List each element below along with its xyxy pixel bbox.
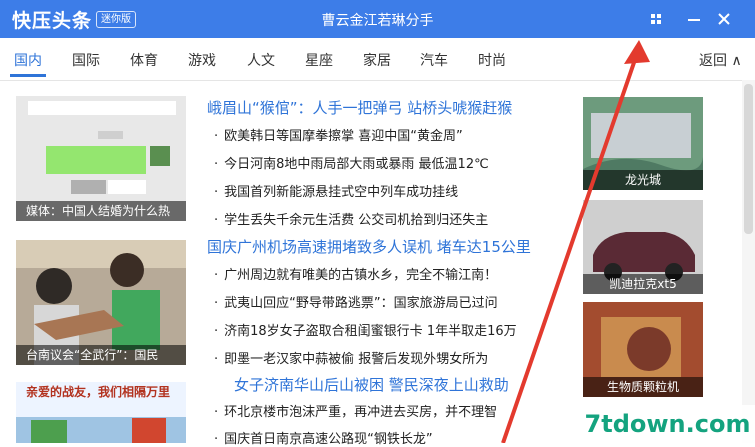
tab-games[interactable]: 游戏	[188, 50, 216, 70]
right-promo-card-1[interactable]: 龙光城	[583, 97, 703, 190]
vertical-scrollbar[interactable]	[742, 80, 755, 443]
headline-3[interactable]: 女子济南华山后山被困 警民深夜上山救助	[234, 374, 509, 395]
tab-astrology[interactable]: 星座	[305, 50, 333, 70]
close-icon	[718, 13, 730, 25]
grid-menu-button[interactable]	[644, 7, 668, 31]
back-button[interactable]: 返回 ∧	[699, 50, 742, 70]
left-card-caption: 台南议会“全武行”：国民	[16, 345, 186, 365]
right-card-caption: 凯迪拉克xt5	[583, 274, 703, 294]
title-bar: 快压头条 迷你版 曹云金江若琳分手	[0, 0, 755, 38]
left-card-caption: 媒体：中国人结婚为什么热	[16, 201, 186, 221]
right-card-caption: 生物质颗粒机	[583, 377, 703, 397]
news-item[interactable]: 济南18岁女子盗取合租闺蜜银行卡 1年半取走16万	[214, 320, 517, 339]
news-item[interactable]: 我国首列新能源悬挂式空中列车成功挂线	[214, 181, 458, 200]
window-title: 曹云金江若琳分手	[321, 13, 434, 29]
right-promo-card-2[interactable]: 凯迪拉克xt5	[583, 200, 703, 294]
right-promo-card-3[interactable]: 生物质颗粒机	[583, 302, 703, 397]
close-button[interactable]	[712, 7, 736, 31]
minimize-icon	[688, 19, 700, 21]
headline-2[interactable]: 国庆广州机场高速拥堵致多人误机 堵车达15公里	[207, 236, 531, 257]
news-item[interactable]: 学生丢失千余元生活费 公交司机拾到归还失主	[214, 209, 488, 228]
scrollbar-thumb[interactable]	[744, 84, 753, 234]
tab-auto[interactable]: 汽车	[420, 50, 448, 70]
news-item[interactable]: 武夷山回应“野导带路逃票”：国家旅游局已过问	[214, 292, 497, 311]
left-news-card-1[interactable]: 媒体：中国人结婚为什么热	[16, 96, 186, 221]
tab-sports[interactable]: 体育	[130, 50, 158, 70]
site-watermark: 7tdown.com	[580, 405, 755, 443]
tab-home[interactable]: 家居	[363, 50, 391, 70]
news-item[interactable]: 今日河南8地中雨局部大雨或暴雨 最低温12℃	[214, 153, 489, 172]
tab-fashion[interactable]: 时尚	[478, 50, 506, 70]
news-item[interactable]: 广州周边就有唯美的古镇水乡，完全不输江南！	[214, 264, 497, 283]
news-item[interactable]: 即墨一老汉家中蒜被偷 报警后发现外甥女所为	[214, 348, 488, 367]
category-tabs: 国内 国际 体育 游戏 人文 星座 家居 汽车 时尚 返回 ∧	[0, 38, 755, 81]
minimize-button[interactable]	[682, 7, 706, 31]
news-item[interactable]: 欧美韩日等国摩拳擦掌 喜迎中国“黄金周”	[214, 125, 463, 144]
right-card-caption: 龙光城	[583, 170, 703, 190]
grid-icon	[651, 14, 661, 24]
news-item[interactable]: 国庆首日南京高速公路现“钢铁长龙”	[214, 428, 432, 447]
tab-culture[interactable]: 人文	[247, 50, 275, 70]
left-news-card-3[interactable]: 亲爱的战友，我们相隔万里	[16, 382, 186, 443]
tab-domestic[interactable]: 国内	[14, 50, 42, 70]
headline-1[interactable]: 峨眉山“猴倌”：人手一把弹弓 站桥头唬猴赶猴	[207, 97, 512, 118]
active-tab-indicator	[10, 74, 46, 77]
tab-international[interactable]: 国际	[72, 50, 100, 70]
news-item[interactable]: 环北京楼市泡沫严重，再冲进去买房，并不理智	[214, 401, 497, 420]
left-news-card-2[interactable]: 台南议会“全武行”：国民	[16, 240, 186, 365]
left-card-caption: 亲爱的战友，我们相隔万里	[26, 385, 171, 399]
